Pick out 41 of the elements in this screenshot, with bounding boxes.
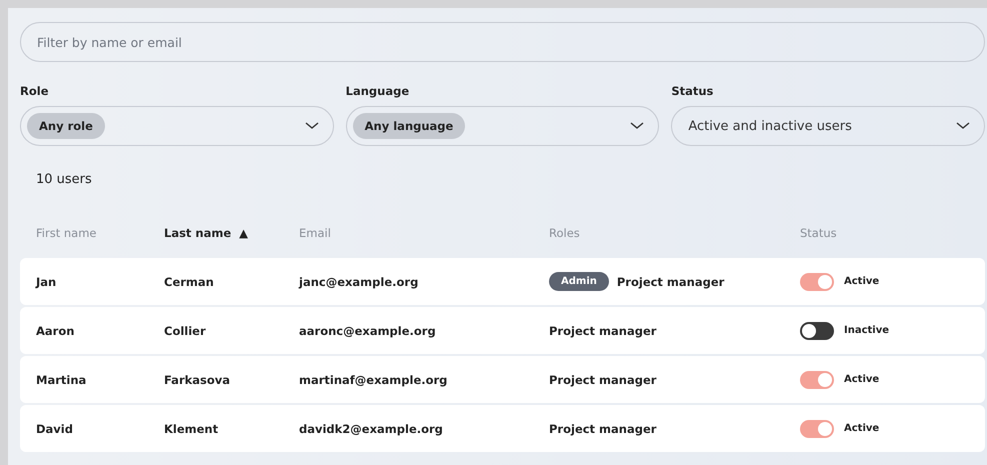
column-header[interactable]: Last name ▲ [164, 226, 299, 240]
status-toggle[interactable] [800, 370, 834, 388]
chevron-down-icon [304, 122, 319, 130]
table-cell-text: aaronc@example.org [299, 324, 437, 338]
chevron-down-icon [630, 122, 644, 130]
status-label: Active [844, 276, 880, 287]
table-cell-text: Aaron [36, 324, 76, 338]
filter-dropdown[interactable]: Any role [20, 106, 334, 146]
table-cell-text: Cerman [164, 274, 215, 288]
role-text: Project manager [549, 422, 656, 436]
table-row[interactable]: Jan Cerman janc@example.org Admin Project manager Active [20, 258, 985, 305]
role-text: Project manager [549, 324, 656, 338]
filter-dropdown[interactable]: Any language [346, 106, 660, 146]
table-cell-text: janc@example.org [299, 274, 420, 288]
table-cell-text: David [36, 422, 74, 436]
table-cell-text: Farkasova [164, 372, 232, 386]
user-count: 10 users [36, 172, 93, 189]
table-cell-text: davidk2@example.org [299, 422, 444, 436]
filter-label: Role [20, 84, 50, 98]
table-row[interactable]: Aaron Collier aaronc@example.org Project manager Inactive [20, 307, 985, 354]
role-badge: Admin [549, 272, 609, 291]
search-field[interactable]: Filter by name or email [20, 22, 985, 62]
status-toggle[interactable] [800, 272, 834, 290]
status-toggle[interactable] [800, 322, 834, 340]
table-cell-text: Martina [36, 372, 88, 386]
filter-label: Status [671, 84, 714, 98]
table-cell-text: martinaf@example.org [299, 372, 448, 386]
role-text: Project manager [549, 372, 656, 386]
status-label: Active [844, 374, 880, 385]
chevron-down-icon [956, 122, 970, 130]
status-toggle[interactable] [800, 420, 834, 438]
table-cell-text: Klement [164, 422, 220, 436]
table-row[interactable]: Martina Farkasova martinaf@example.org Project manager Active [20, 356, 985, 403]
role-text: Project manager [616, 274, 724, 288]
table-cell-text: Collier [164, 324, 207, 338]
status-label: Inactive [844, 325, 890, 336]
table-cell-text: Jan [36, 274, 58, 288]
status-label: Active [844, 423, 880, 434]
table-row[interactable]: David Klement davidk2@example.org Project manager Active [20, 405, 985, 452]
filter-dropdown[interactable]: Active and inactive users [671, 106, 985, 146]
filter-label: Language [346, 84, 410, 98]
